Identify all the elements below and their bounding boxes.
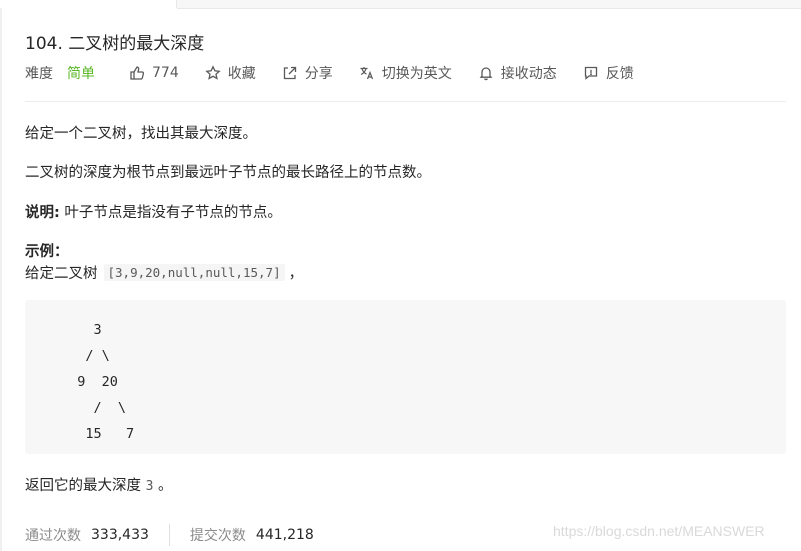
subscribe-button[interactable]: 接收动态	[478, 63, 557, 83]
description-paragraph-1: 给定一个二叉树，找出其最大深度。	[25, 126, 257, 142]
accepted-count: 333,433	[91, 527, 149, 543]
difficulty-label: 难度	[25, 66, 53, 82]
description-note: 说明: 叶子节点是指没有子节点的节点。	[25, 201, 282, 222]
bell-icon	[479, 67, 493, 81]
accepted-label: 通过次数	[25, 528, 81, 544]
switch-language-label: 切换为英文	[381, 66, 452, 82]
blog-watermark: https://blog.csdn.net/MEANSWER	[553, 523, 765, 539]
switch-language-button[interactable]: 切换为英文	[359, 63, 452, 83]
problem-title: 104. 二叉树的最大深度	[25, 34, 205, 54]
favorite-button[interactable]: 收藏	[205, 63, 256, 83]
favorite-label: 收藏	[227, 66, 256, 82]
submitted-label: 提交次数	[189, 528, 246, 544]
feedback-button[interactable]: 反馈	[583, 63, 634, 83]
feedback-icon	[584, 66, 597, 80]
like-count: 774	[152, 65, 179, 81]
star-icon	[205, 65, 221, 80]
top-tab-strip	[0, 0, 801, 9]
share-label: 分享	[304, 66, 333, 82]
translate-icon	[360, 67, 373, 80]
note-text: 叶子节点是指没有子节点的节点。	[59, 205, 282, 221]
stats-divider	[168, 524, 170, 546]
feedback-label: 反馈	[605, 66, 634, 82]
example-suffix: ，	[288, 266, 304, 282]
thumbs-up-icon	[130, 66, 145, 80]
active-tab[interactable]	[0, 0, 177, 8]
example-prefix: 给定二叉树	[25, 266, 98, 282]
submission-stats: 通过次数 333,433 提交次数 441,218	[25, 524, 314, 546]
result-line: 返回它的最大深度 3 。	[25, 474, 173, 495]
result-suffix: 。	[153, 478, 173, 494]
tree-code-block: 3 / \ 9 20 / \ 15 7	[25, 300, 786, 454]
example-input-line: 给定二叉树 [3,9,20,null,null,15,7] ，	[25, 262, 303, 283]
example-heading: 示例：	[25, 244, 69, 260]
problem-meta-toolbar: 难度 简单 774 收藏 分享 切换为英文 接收动态 反馈	[25, 63, 660, 83]
subscribe-label: 接收动态	[500, 66, 557, 82]
note-label: 说明:	[25, 205, 60, 221]
share-button[interactable]: 分享	[282, 63, 333, 83]
result-prefix: 返回它的最大深度	[25, 478, 146, 494]
submitted-count: 441,218	[255, 527, 314, 543]
difficulty-badge: 简单	[67, 66, 95, 82]
share-icon	[283, 66, 296, 80]
description-paragraph-2: 二叉树的深度为根节点到最远叶子节点的最长路径上的节点数。	[25, 165, 431, 181]
tree-ascii: 3 / \ 9 20 / \ 15 7	[77, 322, 135, 442]
left-panel-border	[0, 8, 2, 551]
header-divider	[25, 101, 786, 102]
example-input-code: [3,9,20,null,null,15,7]	[103, 264, 285, 281]
inactive-tab-area	[177, 0, 801, 9]
like-button[interactable]: 774	[129, 65, 179, 81]
